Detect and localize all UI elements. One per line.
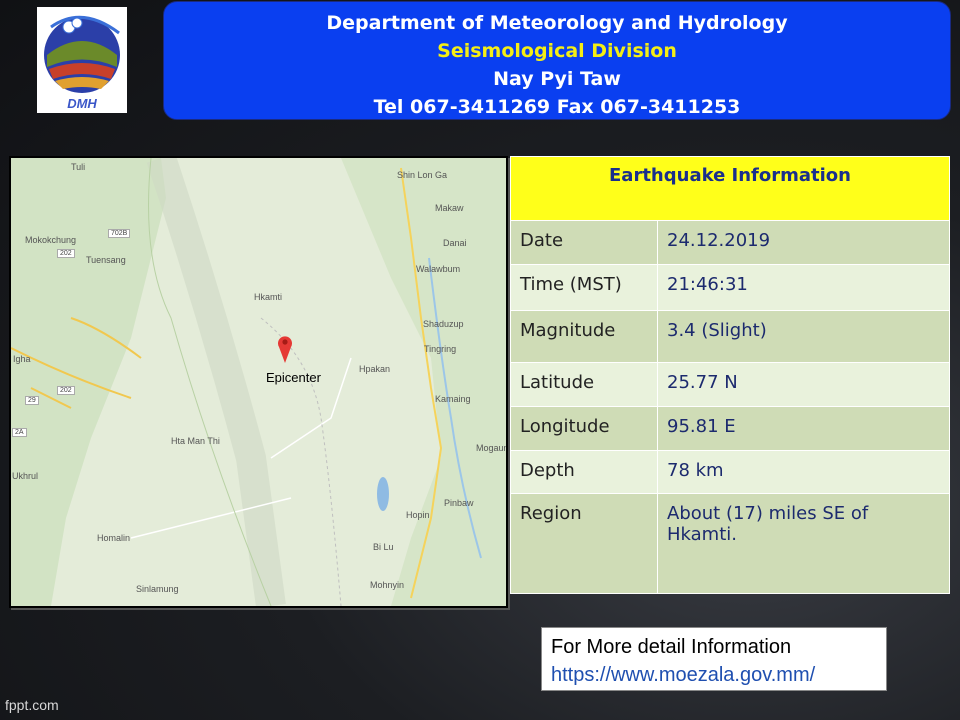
info-key-time: Time (MST) [510, 264, 658, 311]
map-place-pinbaw: Pinbaw [444, 498, 474, 508]
dmh-logo: DMH [37, 7, 127, 113]
map-place-mogaun: Mogaun [476, 443, 508, 453]
road-shield: 202 [57, 249, 75, 258]
map-place-kamaing: Kamaing [435, 394, 471, 404]
map-place-shaduzup: Shaduzup [423, 319, 464, 329]
map-place-hopin: Hopin [406, 510, 430, 520]
map-place-hkamti: Hkamti [254, 292, 283, 302]
info-key-magnitude: Magnitude [510, 310, 658, 363]
map-place-mokokchung: Mokokchung [25, 235, 77, 245]
header-banner: Department of Meteorology and Hydrology … [163, 1, 951, 120]
map-place-sinlamung: Sinlamung [136, 584, 179, 594]
map-place-hpakan: Hpakan [359, 364, 391, 374]
watermark: fppt.com [5, 697, 59, 713]
map-place-tuensang: Tuensang [86, 255, 126, 265]
more-info-box: For More detail Information https://www.… [541, 627, 887, 691]
road-shield: 202 [57, 386, 75, 395]
map-place-shin-lon-ga: Shin Lon Ga [397, 170, 448, 180]
more-info-link[interactable]: https://www.moezala.gov.mm/ [551, 661, 877, 689]
road-shield: 29 [25, 396, 39, 405]
map-place-walawbum: Walawbum [416, 264, 461, 274]
map-place-tuli: Tuli [71, 162, 86, 172]
map-place-mohnyin: Mohnyin [370, 580, 405, 590]
header-division: Seismological Division [437, 40, 677, 62]
map-place-danai: Danai [443, 238, 467, 248]
info-key-latitude: Latitude [510, 362, 658, 407]
map-place-homalin: Homalin [97, 533, 131, 543]
info-value-depth: 78 km [657, 450, 950, 494]
logo-text: DMH [67, 96, 97, 111]
more-info-label: For More detail Information [551, 636, 792, 658]
info-value-longitude: 95.81 E [657, 406, 950, 451]
map-place-tingring: Tingring [424, 344, 457, 354]
earthquake-info-table: Earthquake Information Date 24.12.2019 T… [510, 156, 950, 594]
header-contact: Tel 067-3411269 Fax 067-3411253 [373, 96, 741, 118]
info-value-time: 21:46:31 [657, 264, 950, 311]
map-place-bi-lu: Bi Lu [373, 542, 394, 552]
info-key-longitude: Longitude [510, 406, 658, 451]
header-city: Nay Pyi Taw [493, 68, 621, 90]
map-place-makaw: Makaw [435, 203, 464, 213]
epicenter-map: Tuli Mokokchung Tuensang Shin Lon Ga Mak… [9, 156, 508, 608]
map-place-hta-man-thi: Hta Man Thi [171, 436, 220, 446]
info-table-title: Earthquake Information [510, 156, 950, 221]
info-value-magnitude: 3.4 (Slight) [657, 310, 950, 363]
dmh-globe-icon: DMH [44, 15, 120, 111]
epicenter-label: Epicenter [266, 370, 321, 385]
map-pin-icon[interactable] [277, 333, 293, 363]
info-key-date: Date [510, 220, 658, 265]
header-department: Department of Meteorology and Hydrology [326, 12, 788, 34]
info-value-latitude: 25.77 N [657, 362, 950, 407]
map-place-ukhrul: Ukhrul [12, 471, 39, 481]
info-key-depth: Depth [510, 450, 658, 494]
info-value-date: 24.12.2019 [657, 220, 950, 265]
road-shield: 2A [12, 428, 27, 437]
info-key-region: Region [510, 493, 658, 594]
info-value-region: About (17) miles SE of Hkamti. [657, 493, 950, 594]
road-shield: 702B [108, 229, 131, 238]
map-place-igha: Igha [13, 354, 31, 364]
